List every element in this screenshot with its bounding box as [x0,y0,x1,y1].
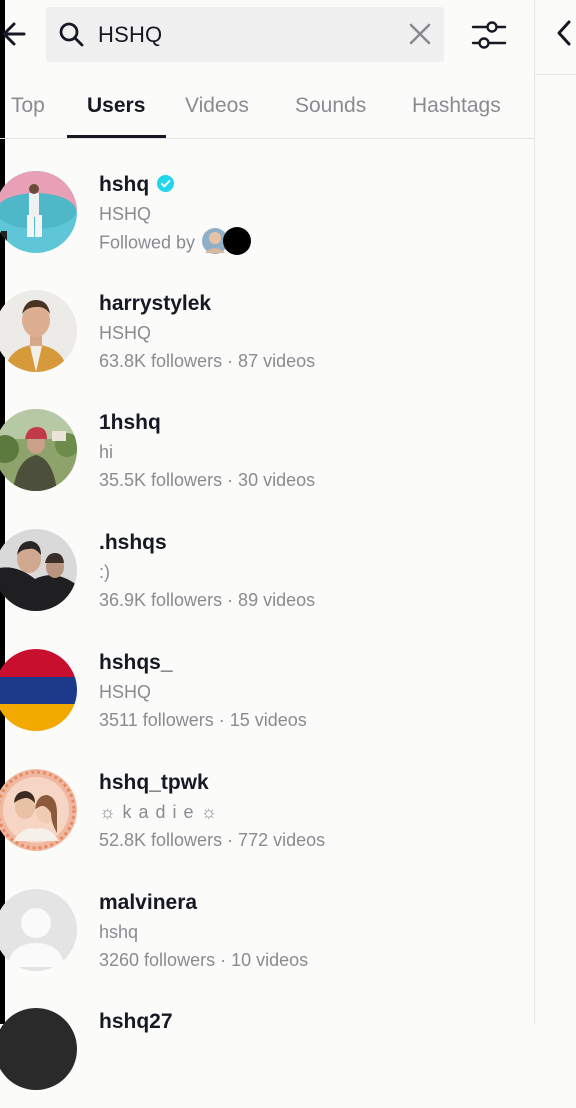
list-item[interactable]: hshq27 [0,1008,534,1108]
avatar[interactable] [0,649,77,731]
back-button[interactable] [0,16,28,52]
tab-top[interactable]: Top [11,94,45,118]
avatar[interactable] [0,769,77,851]
avatar[interactable] [0,889,77,971]
username: .hshqs [99,531,167,554]
avatar[interactable] [0,1008,77,1090]
username: hshq_tpwk [99,771,209,794]
search-bar[interactable]: HSHQ [46,7,444,62]
nickname: HSHQ [99,682,152,702]
nickname: hshq [99,922,139,942]
nickname: HSHQ [99,323,152,343]
list-item[interactable]: hshq_tpwk ☼ k a d i e ☼ 52.8K followers … [0,769,534,869]
search-icon [59,22,84,47]
nickname: HSHQ [99,204,152,224]
user-stats: 36.9K followers · 89 videos [99,590,316,610]
list-item[interactable]: .hshqs :) 36.9K followers · 89 videos [0,529,534,629]
list-item[interactable]: hshqs_ HSHQ 3511 followers · 15 videos [0,649,534,749]
avatar[interactable] [0,529,77,611]
left-edge [0,0,5,1024]
avatar[interactable] [0,409,77,491]
user-stats: 63.8K followers · 87 videos [99,351,316,371]
verified-badge-icon [157,174,175,192]
list-item[interactable]: harrystylek HSHQ 63.8K followers · 87 vi… [0,290,534,390]
default-avatar-icon [0,889,77,971]
mutual-followers-avatars [201,227,253,255]
list-item[interactable]: malvinera hshq 3260 followers · 10 video… [0,889,534,989]
nickname: hi [99,442,114,462]
adjacent-screen-edge [534,0,576,1024]
user-stats: 3260 followers · 10 videos [99,950,309,970]
tabs-divider [0,138,534,139]
username: 1hshq [99,411,161,434]
tab-users[interactable]: Users [87,94,145,118]
username: hshq27 [99,1010,173,1033]
filter-icon[interactable] [470,17,508,53]
back-arrow-icon [2,22,26,46]
username: harrystylek [99,292,212,315]
list-item[interactable]: 1hshq hi 35.5K followers · 30 videos [0,409,534,509]
tab-videos[interactable]: Videos [185,94,249,118]
user-stats: 3511 followers · 15 videos [99,710,307,730]
search-tabs: Top Users Videos Sounds Hashtags [0,86,534,138]
user-stats: 52.8K followers · 772 videos [99,830,326,850]
avatar[interactable] [0,290,77,372]
header-divider [535,74,576,75]
tab-hashtags[interactable]: Hashtags [412,94,501,118]
username: hshqs_ [99,651,173,674]
username: hshq [99,173,175,197]
nickname: :) [99,562,110,582]
tab-sounds[interactable]: Sounds [295,94,366,118]
list-item[interactable]: hshq HSHQ Followed by [0,171,534,271]
avatar[interactable] [0,171,77,253]
back-arrow-icon [557,20,571,46]
nickname: ☼ k a d i e ☼ [99,802,219,822]
username: malvinera [99,891,198,914]
search-input[interactable]: HSHQ [98,22,162,48]
user-stats: 35.5K followers · 30 videos [99,470,316,490]
clear-icon[interactable] [406,20,434,48]
followed-by: Followed by [99,227,253,255]
